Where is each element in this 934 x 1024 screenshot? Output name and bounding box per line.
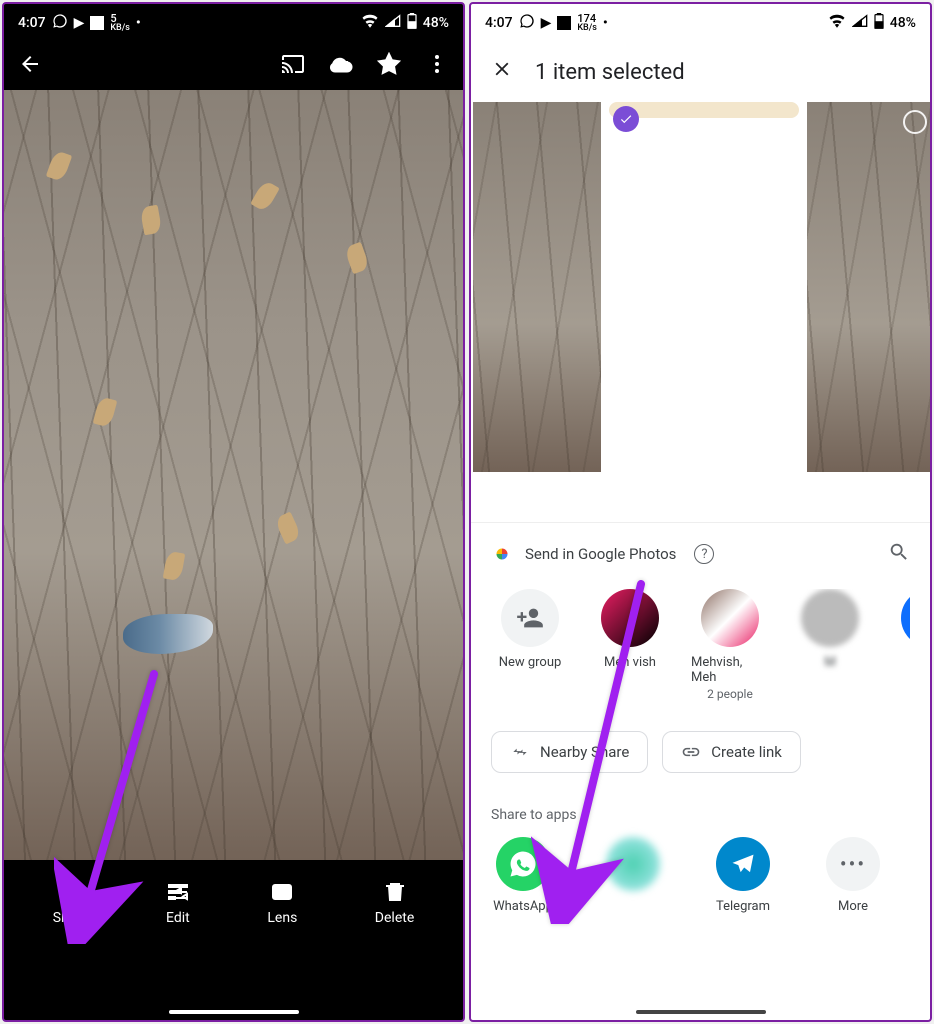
contact-item[interactable]: Meh vish (591, 589, 669, 701)
whatsapp-app-button[interactable]: WhatsApp (491, 837, 555, 914)
delete-label: Delete (375, 910, 414, 926)
home-indicator[interactable] (636, 1010, 766, 1014)
photo-content[interactable] (4, 90, 463, 860)
battery-icon (874, 13, 884, 33)
contacts-row: New group Meh vish Mehvish, Meh 2 people… (491, 589, 910, 701)
edit-label: Edit (166, 910, 190, 926)
square-icon (90, 16, 104, 30)
more-button[interactable] (425, 52, 449, 80)
battery-percent: 48% (890, 15, 916, 31)
whatsapp-status-icon (52, 13, 68, 33)
avatar: M (901, 589, 910, 647)
thumbnail[interactable] (807, 102, 932, 472)
data-speed: 5 KB/s (110, 13, 130, 33)
share-sheet: Send in Google Photos ? New group Meh vi… (471, 522, 930, 914)
battery-percent: 48% (423, 15, 449, 31)
new-group-button[interactable]: New group (491, 589, 569, 701)
send-label: Send in Google Photos (525, 545, 676, 563)
google-photos-icon (491, 543, 513, 565)
send-in-photos-row: Send in Google Photos ? (491, 541, 910, 567)
app-button-blurred[interactable] (601, 837, 665, 914)
avatar (801, 589, 859, 647)
select-circle-icon[interactable] (903, 110, 927, 134)
new-group-icon (501, 589, 559, 647)
battery-icon (407, 13, 417, 33)
selection-header: 1 item selected (471, 42, 930, 102)
dot-icon: • (603, 15, 608, 31)
photo-thumbnails (471, 102, 930, 472)
cloud-upload-button[interactable] (329, 52, 353, 80)
status-bar: 4:07 ▶ 5 KB/s • 48% (4, 4, 463, 42)
square-icon (557, 16, 571, 30)
help-icon[interactable]: ? (694, 544, 714, 564)
dot-icon: • (136, 15, 141, 31)
contact-item[interactable]: M MM (891, 589, 910, 701)
photo-viewer-screen: 4:07 ▶ 5 KB/s • 48% (2, 2, 465, 1022)
bottom-action-bar: Share Edit Lens Delete (4, 860, 463, 956)
wifi-icon (828, 14, 846, 32)
thumbnail[interactable] (473, 102, 601, 472)
more-icon: ••• (826, 837, 880, 891)
contact-item[interactable]: Mehvish, Meh 2 people (691, 589, 769, 701)
selected-check-icon (613, 106, 639, 132)
photo-topbar (4, 42, 463, 90)
signal-icon (852, 14, 868, 32)
status-time: 4:07 (485, 15, 513, 31)
status-bar: 4:07 ▶ 174 KB/s • 48% (471, 4, 930, 42)
notification-icon: ▶ (541, 15, 552, 31)
edit-button[interactable]: Edit (166, 880, 190, 926)
whatsapp-icon (496, 837, 550, 891)
whatsapp-status-icon (519, 13, 535, 33)
nearby-share-button[interactable]: Nearby Share (491, 731, 648, 773)
avatar (701, 589, 759, 647)
favorite-button[interactable] (377, 52, 401, 80)
share-sheet-screen: 4:07 ▶ 174 KB/s • 48% (469, 2, 932, 1022)
close-button[interactable] (491, 58, 513, 86)
create-link-button[interactable]: Create link (662, 731, 801, 773)
status-time: 4:07 (18, 15, 46, 31)
lens-button[interactable]: Lens (267, 880, 297, 926)
share-label: Share (53, 910, 89, 926)
app-icon (606, 837, 660, 891)
contact-item[interactable]: M (791, 589, 869, 701)
lens-label: Lens (267, 910, 297, 926)
wifi-icon (361, 14, 379, 32)
delete-button[interactable]: Delete (375, 880, 414, 926)
data-speed: 174 KB/s (577, 13, 597, 33)
back-button[interactable] (18, 52, 42, 80)
more-apps-button[interactable]: ••• More (821, 837, 885, 914)
cast-button[interactable] (281, 52, 305, 80)
share-options-row: Nearby Share Create link (491, 731, 910, 773)
home-indicator[interactable] (169, 1010, 299, 1014)
avatar (601, 589, 659, 647)
notification-icon: ▶ (74, 15, 85, 31)
share-button[interactable]: Share (53, 880, 89, 926)
telegram-app-button[interactable]: Telegram (711, 837, 775, 914)
apps-row: WhatsApp Telegram ••• More (491, 837, 910, 914)
selection-title: 1 item selected (535, 60, 685, 85)
signal-icon (385, 14, 401, 32)
telegram-icon (716, 837, 770, 891)
share-to-apps-label: Share to apps (491, 807, 910, 823)
search-button[interactable] (888, 541, 910, 567)
